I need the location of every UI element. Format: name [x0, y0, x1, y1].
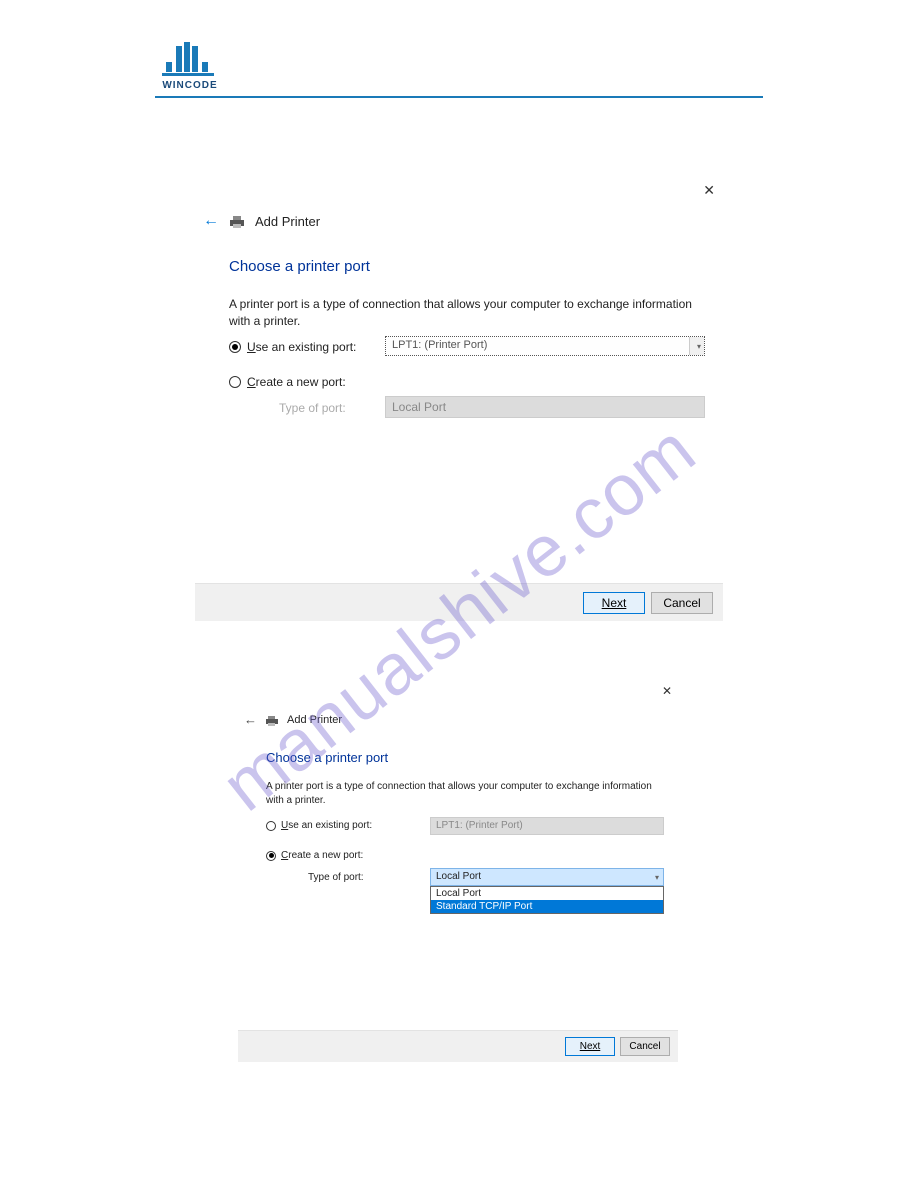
- breadcrumb: ← Add Printer: [244, 712, 342, 727]
- port-type-dropdown-list: Local Port Standard TCP/IP Port: [430, 886, 664, 914]
- chevron-down-icon: ▾: [655, 873, 659, 882]
- existing-port-combobox-disabled: LPT1: (Printer Port): [430, 817, 664, 835]
- close-icon[interactable]: ✕: [662, 684, 672, 698]
- brand-logo: WINCODE: [160, 40, 220, 91]
- back-arrow-icon[interactable]: ←: [244, 712, 257, 727]
- radio-label: Use an existing port:: [281, 820, 372, 831]
- dialog-description: A printer port is a type of connection t…: [229, 296, 707, 330]
- radio-icon: [266, 851, 276, 861]
- radio-label: Create a new port:: [247, 375, 346, 389]
- dialog-title: Choose a printer port: [266, 750, 388, 765]
- dropdown-item-tcpip-port[interactable]: Standard TCP/IP Port: [431, 900, 663, 913]
- type-of-port-label: Type of port:: [279, 401, 346, 415]
- cancel-button[interactable]: Cancel: [620, 1037, 670, 1056]
- printer-icon: [229, 215, 245, 229]
- radio-icon: [229, 376, 241, 388]
- close-icon[interactable]: ✕: [703, 182, 715, 199]
- type-of-port-label: Type of port:: [308, 872, 364, 883]
- radio-use-existing-port[interactable]: Use an existing port:: [266, 820, 372, 831]
- printer-icon: [265, 715, 279, 727]
- back-arrow-icon[interactable]: ←: [203, 212, 219, 230]
- combobox-value: LPT1: (Printer Port): [436, 820, 523, 831]
- dialog-footer: Next Cancel: [195, 583, 723, 621]
- add-printer-dialog-2: ✕ ← Add Printer Choose a printer port A …: [238, 680, 678, 1062]
- next-button[interactable]: Next: [583, 592, 645, 614]
- next-button[interactable]: Next: [565, 1037, 615, 1056]
- port-type-combobox[interactable]: Local Port ▾: [430, 868, 664, 886]
- radio-create-new-port[interactable]: Create a new port:: [229, 375, 346, 389]
- combobox-value: Local Port: [436, 871, 481, 882]
- radio-label: Create a new port:: [281, 850, 363, 861]
- cancel-button[interactable]: Cancel: [651, 592, 713, 614]
- dropdown-item-local-port[interactable]: Local Port: [431, 887, 663, 900]
- radio-create-new-port[interactable]: Create a new port:: [266, 850, 363, 861]
- breadcrumb: ← Add Printer: [203, 212, 320, 230]
- dialog-description: A printer port is a type of connection t…: [266, 780, 666, 808]
- brand-name: WINCODE: [160, 80, 220, 91]
- chevron-down-icon: ▾: [697, 342, 701, 351]
- dialog-title: Choose a printer port: [229, 258, 370, 275]
- port-type-combobox-disabled: Local Port: [385, 396, 705, 418]
- radio-icon: [229, 341, 241, 353]
- dialog-footer: Next Cancel: [238, 1030, 678, 1062]
- combobox-value: Local Port: [392, 400, 446, 414]
- combobox-value: LPT1: (Printer Port): [392, 339, 487, 351]
- existing-port-combobox[interactable]: LPT1: (Printer Port) ▾: [385, 336, 705, 356]
- header-divider: [155, 96, 763, 98]
- wincode-logo-icon: [160, 40, 220, 78]
- add-printer-dialog-1: ✕ ← Add Printer Choose a printer port A …: [195, 178, 723, 621]
- radio-use-existing-port[interactable]: Use an existing port:: [229, 340, 356, 354]
- radio-label: Use an existing port:: [247, 340, 356, 354]
- breadcrumb-label: Add Printer: [287, 714, 342, 726]
- breadcrumb-label: Add Printer: [255, 214, 320, 229]
- document-header: WINCODE: [160, 40, 220, 91]
- radio-icon: [266, 821, 276, 831]
